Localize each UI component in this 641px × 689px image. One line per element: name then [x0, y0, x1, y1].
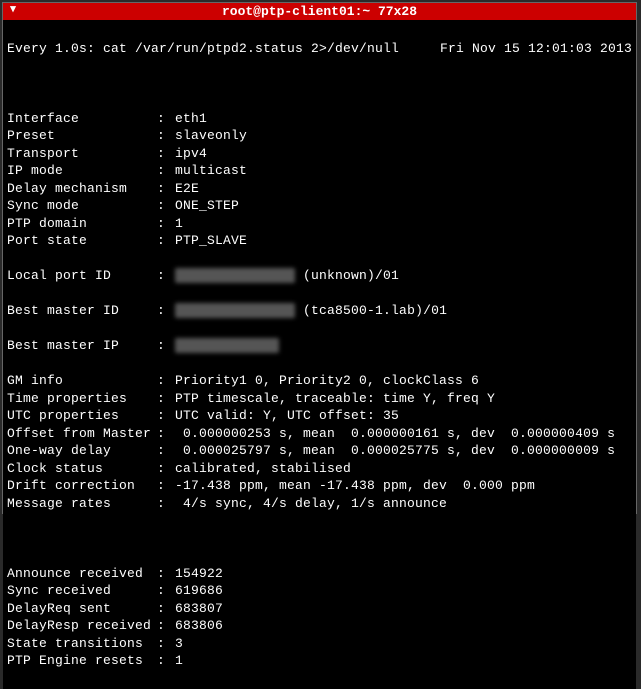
status-value: -17.438 ppm, mean -17.438 ppm, dev 0.000… [175, 478, 535, 493]
status-row: Delay mechanism: E2E [7, 180, 632, 198]
status-row: One-way delay: 0.000025797 s, mean 0.000… [7, 442, 632, 460]
watch-command: Every 1.0s: cat /var/run/ptpd2.status 2>… [7, 40, 399, 58]
status-row: Transport: ipv4 [7, 145, 632, 163]
status-value: PTP_SLAVE [175, 233, 247, 248]
status-row: Preset: slaveonly [7, 127, 632, 145]
status-row: Announce received: 154922 [7, 565, 632, 583]
status-row: Sync mode: ONE_STEP [7, 197, 632, 215]
status-label: Drift correction [7, 477, 157, 495]
status-row: PTP domain: 1 [7, 215, 632, 233]
status-row: IP mode: multicast [7, 162, 632, 180]
titlebar[interactable]: ▾ root@ptp-client01:~ 77x28 [3, 3, 636, 20]
redacted-value: XXXXXXXXXXXXXXX [175, 268, 295, 283]
status-row: Clock status: calibrated, stabilised [7, 460, 632, 478]
status-value: PTP timescale, traceable: time Y, freq Y [175, 391, 495, 406]
watch-header: Every 1.0s: cat /var/run/ptpd2.status 2>… [7, 40, 632, 58]
blank-line [7, 530, 632, 548]
status-value: multicast [175, 163, 247, 178]
status-value: Priority1 0, Priority2 0, clockClass 6 [175, 373, 479, 388]
status-row: State transitions: 3 [7, 635, 632, 653]
terminal-window: ▾ root@ptp-client01:~ 77x28 Every 1.0s: … [2, 2, 637, 514]
status-row: Offset from Master: 0.000000253 s, mean … [7, 425, 632, 443]
redacted-value: XXX.XX.XXX.XX [175, 338, 279, 353]
status-row: UTC properties: UTC valid: Y, UTC offset… [7, 407, 632, 425]
status-row: DelayReq sent: 683807 [7, 600, 632, 618]
status-value: 3 [175, 636, 183, 651]
status-row: Best master IP: XXX.XX.XXX.XX [7, 337, 632, 355]
status-value: E2E [175, 181, 199, 196]
blank-line [7, 75, 632, 93]
status-row: Drift correction: -17.438 ppm, mean -17.… [7, 477, 632, 495]
status-value: 1 [175, 653, 183, 668]
status-label: Delay mechanism [7, 180, 157, 198]
status-label: UTC properties [7, 407, 157, 425]
status-value: 0.000025797 s, mean 0.000025775 s, dev 0… [175, 443, 615, 458]
status-row: Best master ID: XXXXXXXXXXXXXXX (tca8500… [7, 302, 632, 320]
status-row: Sync received: 619686 [7, 582, 632, 600]
status-label: Port state [7, 232, 157, 250]
status-label: Announce received [7, 565, 157, 583]
status-value: 683806 [175, 618, 223, 633]
status-value: 1 [175, 216, 183, 231]
status-value: eth1 [175, 111, 207, 126]
status-value: 619686 [175, 583, 223, 598]
status-label: Transport [7, 145, 157, 163]
status-label: Best master IP [7, 337, 157, 355]
status-label: Preset [7, 127, 157, 145]
status-value: slaveonly [175, 128, 247, 143]
status-suffix: (unknown)/01 [303, 268, 399, 283]
status-label: DelayResp received [7, 617, 157, 635]
status-label: State transitions [7, 635, 157, 653]
status-label: One-way delay [7, 442, 157, 460]
status-label: IP mode [7, 162, 157, 180]
watch-timestamp: Fri Nov 15 12:01:03 2013 [440, 40, 632, 58]
status-value: ONE_STEP [175, 198, 239, 213]
status-value: 683807 [175, 601, 223, 616]
terminal-content[interactable]: Every 1.0s: cat /var/run/ptpd2.status 2>… [3, 20, 636, 689]
window-title: root@ptp-client01:~ 77x28 [222, 4, 417, 19]
status-row: GM info: Priority1 0, Priority2 0, clock… [7, 372, 632, 390]
status-label: Local port ID [7, 267, 157, 285]
status-label: Time properties [7, 390, 157, 408]
titlebar-controls: ▾ [7, 4, 19, 16]
status-row: Time properties: PTP timescale, traceabl… [7, 390, 632, 408]
status-label: Sync mode [7, 197, 157, 215]
status-value: calibrated, stabilised [175, 461, 351, 476]
status-row: Port state: PTP_SLAVE [7, 232, 632, 250]
status-label: Offset from Master [7, 425, 157, 443]
status-label: DelayReq sent [7, 600, 157, 618]
redacted-value: XXXXXXXXXXXXXXX [175, 303, 295, 318]
status-row: Local port ID: XXXXXXXXXXXXXXX (unknown)… [7, 267, 632, 285]
window-menu-icon[interactable]: ▾ [7, 4, 19, 16]
status-value: 154922 [175, 566, 223, 581]
status-suffix: (tca8500-1.lab)/01 [303, 303, 447, 318]
status-row: PTP Engine resets: 1 [7, 652, 632, 670]
status-label: PTP domain [7, 215, 157, 233]
status-label: Interface [7, 110, 157, 128]
status-value: ipv4 [175, 146, 207, 161]
status-label: Sync received [7, 582, 157, 600]
status-row: DelayResp received: 683806 [7, 617, 632, 635]
status-value: 0.000000253 s, mean 0.000000161 s, dev 0… [175, 426, 615, 441]
status-label: Message rates [7, 495, 157, 513]
status-value: 4/s sync, 4/s delay, 1/s announce [175, 496, 447, 511]
status-row: Interface: eth1 [7, 110, 632, 128]
status-row: Message rates: 4/s sync, 4/s delay, 1/s … [7, 495, 632, 513]
status-value: UTC valid: Y, UTC offset: 35 [175, 408, 399, 423]
status-label: Best master ID [7, 302, 157, 320]
status-label: GM info [7, 372, 157, 390]
status-label: Clock status [7, 460, 157, 478]
status-label: PTP Engine resets [7, 652, 157, 670]
